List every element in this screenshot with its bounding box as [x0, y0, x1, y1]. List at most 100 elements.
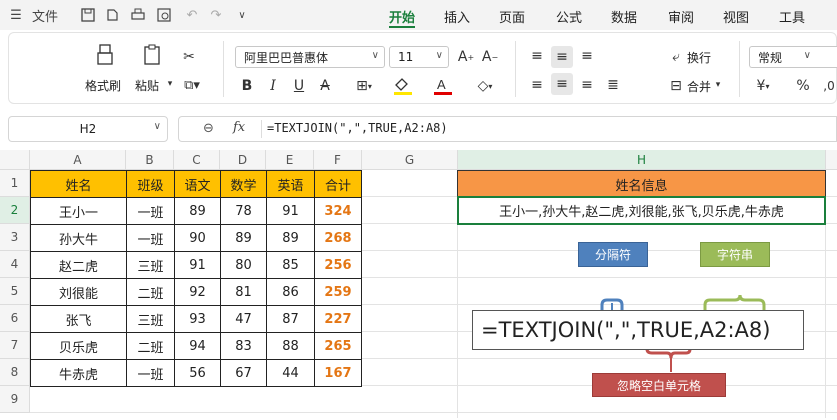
align-top-icon[interactable]: ≡	[527, 46, 547, 66]
align-center-icon[interactable]: ≡	[551, 73, 573, 95]
undo-icon[interactable]: ↶	[182, 5, 202, 25]
merge-button[interactable]: 合并	[687, 78, 711, 95]
decrease-font-icon[interactable]: A −	[479, 46, 501, 68]
column-header-e[interactable]: E	[266, 150, 314, 170]
column-header-h[interactable]: H	[458, 150, 826, 170]
tab-insert[interactable]: 插入	[444, 7, 470, 26]
currency-button[interactable]: ¥ ▾	[751, 75, 775, 97]
font-name-combo[interactable]: 阿里巴巴普惠体 ∨	[235, 46, 385, 68]
fill-color-icon[interactable]	[389, 75, 417, 97]
table-cell[interactable]: 89	[174, 197, 221, 225]
table-cell[interactable]: 张飞	[30, 305, 127, 333]
tab-formula[interactable]: 公式	[556, 7, 582, 26]
row-header-3[interactable]: 3	[0, 224, 30, 251]
column-header-d[interactable]: D	[220, 150, 266, 170]
tab-home[interactable]: 开始	[389, 7, 415, 26]
column-header-a[interactable]: A	[30, 150, 126, 170]
total-cell[interactable]: 268	[314, 224, 362, 252]
table-cell[interactable]: 93	[174, 305, 221, 333]
table-cell[interactable]: 83	[220, 332, 267, 360]
table-cell[interactable]: 89	[220, 224, 267, 252]
tab-page[interactable]: 页面	[499, 7, 525, 26]
formula-bar[interactable]: ⊖ fx =TEXTJOIN(",",TRUE,A2:A8)	[178, 116, 837, 142]
table-cell[interactable]: 88	[266, 332, 315, 360]
table-cell[interactable]: 47	[220, 305, 267, 333]
row-header-5[interactable]: 5	[0, 278, 30, 305]
table-header-cell[interactable]: 英语	[266, 170, 315, 198]
table-header-cell[interactable]: 合计	[314, 170, 362, 198]
column-header-i[interactable]	[826, 150, 837, 170]
table-header-cell[interactable]: 班级	[126, 170, 175, 198]
column-header-b[interactable]: B	[126, 150, 174, 170]
strikethrough-icon[interactable]: A	[315, 75, 335, 97]
total-cell[interactable]: 324	[314, 197, 362, 225]
comma-style-icon[interactable]: ,0	[821, 75, 837, 97]
table-cell[interactable]: 刘很能	[30, 278, 127, 306]
italic-button[interactable]: I	[263, 75, 283, 97]
chevron-down-icon[interactable]: ∨	[232, 5, 252, 25]
row-header-7[interactable]: 7	[0, 332, 30, 359]
table-cell[interactable]: 44	[266, 359, 315, 387]
total-cell[interactable]: 265	[314, 332, 362, 360]
table-cell[interactable]: 67	[220, 359, 267, 387]
wrap-text-button[interactable]: 换行	[687, 49, 711, 66]
table-cell[interactable]: 90	[174, 224, 221, 252]
row-header-8[interactable]: 8	[0, 359, 30, 386]
select-all-corner[interactable]	[0, 150, 30, 170]
row-header-4[interactable]: 4	[0, 251, 30, 278]
print-icon[interactable]	[128, 5, 148, 25]
table-cell[interactable]: 94	[174, 332, 221, 360]
fx-icon[interactable]: fx	[233, 120, 245, 135]
table-header-cell[interactable]: 数学	[220, 170, 267, 198]
increase-font-icon[interactable]: A +	[455, 46, 477, 68]
table-cell[interactable]: 三班	[126, 251, 175, 279]
table-cell[interactable]: 赵二虎	[30, 251, 127, 279]
name-box[interactable]: H2 ∨	[8, 116, 168, 142]
table-cell[interactable]: 王小一	[30, 197, 127, 225]
redo-icon[interactable]: ↷	[206, 5, 226, 25]
table-cell[interactable]: 91	[174, 251, 221, 279]
align-right-icon[interactable]: ≡	[577, 75, 597, 95]
spreadsheet-grid[interactable]: A B C D E F G H 1 2 3 4 5 6 7 8 9 姓名 班级 …	[0, 150, 837, 418]
eraser-icon[interactable]: ◇ ▾	[471, 75, 499, 97]
print-preview-icon[interactable]	[154, 5, 174, 25]
total-cell[interactable]: 259	[314, 278, 362, 306]
table-cell[interactable]: 80	[220, 251, 267, 279]
table-cell[interactable]: 86	[266, 278, 315, 306]
row-header-6[interactable]: 6	[0, 305, 30, 332]
merge-dropdown-icon[interactable]: ▾	[713, 77, 723, 93]
row-header-9[interactable]: 9	[0, 386, 30, 413]
table-header-cell[interactable]: 语文	[174, 170, 221, 198]
bold-button[interactable]: B	[237, 75, 257, 97]
table-cell[interactable]: 91	[266, 197, 315, 225]
total-cell[interactable]: 256	[314, 251, 362, 279]
table-cell[interactable]: 87	[266, 305, 315, 333]
table-cell[interactable]: 一班	[126, 197, 175, 225]
table-cell[interactable]: 85	[266, 251, 315, 279]
tab-view[interactable]: 视图	[723, 7, 749, 26]
table-cell[interactable]: 二班	[126, 332, 175, 360]
tab-tools[interactable]: 工具	[779, 7, 805, 26]
table-cell[interactable]: 81	[220, 278, 267, 306]
copy-icon[interactable]: ⧉▾	[179, 75, 205, 95]
result-cell-selected[interactable]: 王小一,孙大牛,赵二虎,刘很能,张飞,贝乐虎,牛赤虎	[457, 196, 826, 225]
file-menu[interactable]: 文件	[30, 5, 60, 25]
tab-data[interactable]: 数据	[611, 7, 637, 26]
save-icon[interactable]	[78, 5, 98, 25]
table-cell[interactable]: 78	[220, 197, 267, 225]
table-cell[interactable]: 牛赤虎	[30, 359, 127, 387]
table-cell[interactable]: 孙大牛	[30, 224, 127, 252]
percent-button[interactable]: %	[793, 75, 813, 97]
format-painter-icon[interactable]	[93, 43, 117, 67]
align-bottom-icon[interactable]: ≡	[577, 46, 597, 66]
merge-icon[interactable]: ⊟	[665, 75, 687, 97]
tab-review[interactable]: 审阅	[668, 7, 694, 26]
table-cell[interactable]: 贝乐虎	[30, 332, 127, 360]
paste-label[interactable]: 粘贴	[135, 77, 159, 94]
column-header-g[interactable]: G	[362, 150, 458, 170]
wrap-text-icon[interactable]: ⤶	[665, 46, 687, 68]
table-cell[interactable]: 89	[266, 224, 315, 252]
column-header-c[interactable]: C	[174, 150, 220, 170]
total-cell[interactable]: 167	[314, 359, 362, 387]
cut-icon[interactable]: ✂	[179, 47, 199, 67]
